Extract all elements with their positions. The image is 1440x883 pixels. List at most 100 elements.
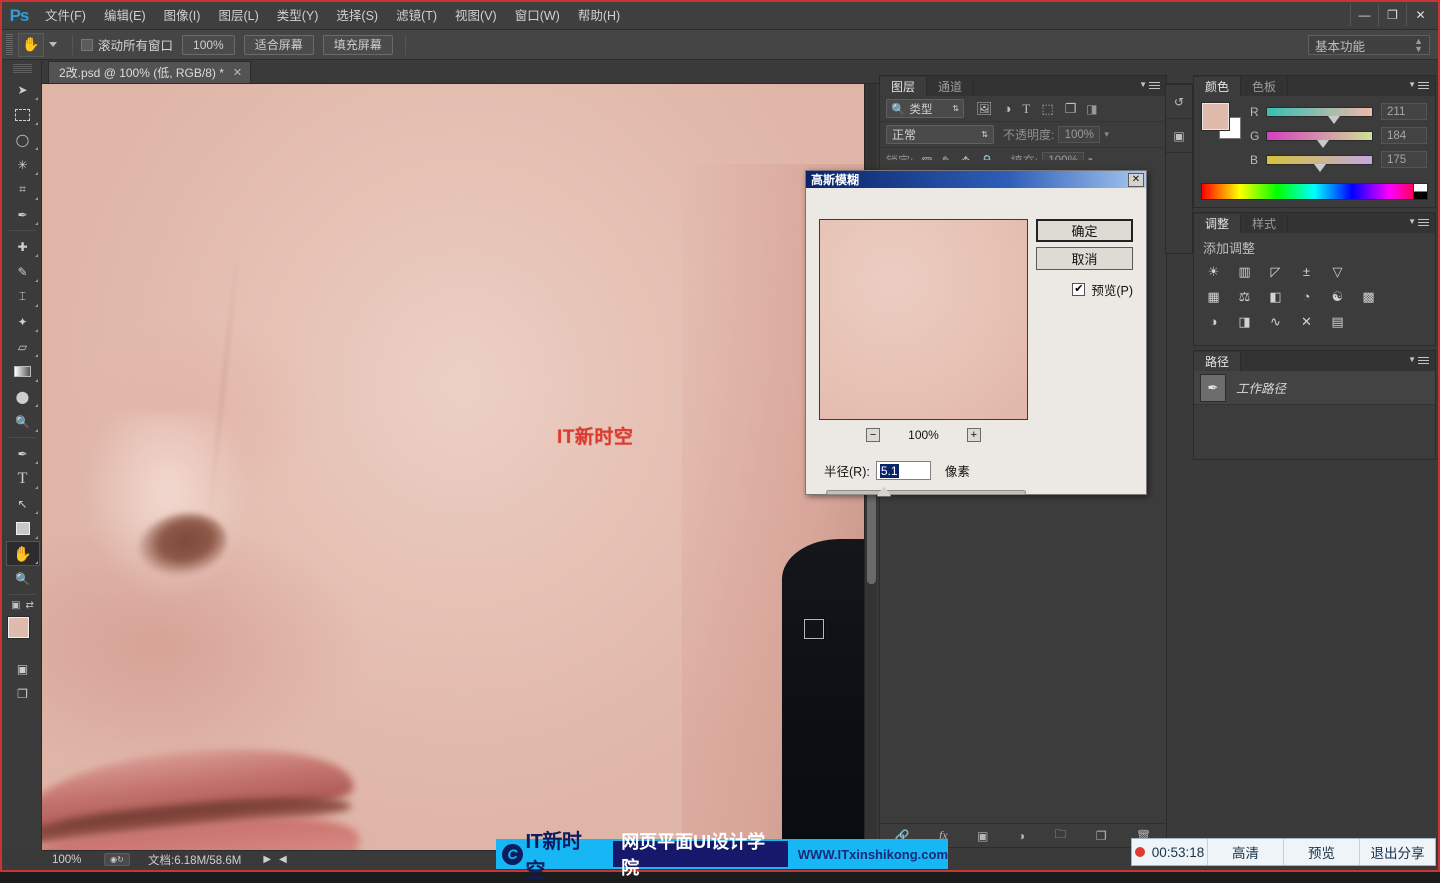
smart-object-filter-icon[interactable]: ❐ [1065,101,1077,117]
status-zoom-value[interactable]: 100% [52,854,104,866]
path-selection-tool[interactable]: ↖ [6,491,40,516]
radius-input[interactable]: 5.1 [875,461,931,480]
fill-screen-button[interactable]: 填充屏幕 [322,34,393,55]
posterize-icon[interactable]: ◨ [1234,312,1255,331]
blur-preview-thumbnail[interactable] [819,219,1028,420]
status-next-icon[interactable]: ▶ [263,854,271,865]
screen-mode-icon[interactable]: ❐ [6,681,40,706]
hue-saturation-icon[interactable]: ▦ [1203,287,1224,306]
layer-filter-select[interactable]: 🔍 类型 ⇅ [886,99,964,118]
vibrance-icon[interactable]: ▽ [1327,262,1348,281]
blue-value[interactable]: 175 [1381,151,1427,168]
blur-tool[interactable]: ⬤ [6,384,40,409]
color-balance-icon[interactable]: ⚖ [1234,287,1255,306]
adjustment-layer-icon[interactable]: ◑ [1018,829,1025,843]
options-bar-grip[interactable] [6,33,13,56]
quality-button[interactable]: 高清 [1207,839,1283,865]
tab-styles[interactable]: 样式 [1241,214,1289,233]
tools-panel-grip[interactable] [13,64,32,74]
move-tool[interactable]: ➤ [6,77,40,102]
dodge-tool[interactable]: 🔍 [6,409,40,434]
adjustments-panel-menu-icon[interactable]: ▼ [1408,217,1429,228]
clone-stamp-tool[interactable]: ⌶ [6,284,40,309]
minimize-icon[interactable]: — [1350,4,1378,26]
levels-icon[interactable]: ▥ [1234,262,1255,281]
tab-swatches[interactable]: 色板 [1241,77,1289,96]
zoom-100-button[interactable]: 100% [182,34,235,55]
canvas-area[interactable]: IT新时空 [42,84,877,850]
menu-file[interactable]: 文件(F) [36,2,95,30]
green-slider[interactable] [1266,130,1373,148]
type-tool[interactable]: T [6,466,40,491]
shape-tool[interactable] [6,516,40,541]
curves-icon[interactable]: ◸ [1265,262,1286,281]
brightness-contrast-icon[interactable]: ☀ [1203,262,1224,281]
magic-wand-tool[interactable]: ✳ [6,152,40,177]
tool-preset-chevron-down-icon[interactable] [49,42,57,47]
workspace-selector[interactable]: 基本功能 ▲ ▼ [1308,35,1430,55]
pixel-filter-icon[interactable]: 🖼 [976,101,993,117]
menu-select[interactable]: 选择(S) [327,2,387,30]
close-icon[interactable]: ✕ [1406,4,1434,26]
tab-paths[interactable]: 路径 [1194,352,1242,371]
default-colors-swap-row[interactable]: ▣ ⇄ [6,598,40,612]
lasso-tool[interactable]: ◯ [6,127,40,152]
threshold-icon[interactable]: ∿ [1265,312,1286,331]
dialog-close-icon[interactable]: ✕ [1128,172,1144,187]
blue-slider[interactable] [1266,154,1373,172]
history-brush-tool[interactable]: ✦ [6,309,40,334]
preview-zoom-out-button[interactable]: − [866,428,881,442]
hand-tool[interactable]: ✋ [5,541,40,566]
menu-window[interactable]: 窗口(W) [506,2,569,30]
menu-view[interactable]: 视图(V) [446,2,506,30]
filter-toggle-icon[interactable]: ◨ [1086,102,1097,116]
pen-tool[interactable]: ✒ [6,441,40,466]
menu-type[interactable]: 类型(Y) [268,2,328,30]
exposure-icon[interactable]: ± [1296,262,1317,281]
crop-tool[interactable]: ⌗ [6,177,40,202]
green-slider-knob[interactable] [1317,139,1330,148]
foreground-color-swatch[interactable] [7,617,29,638]
menu-image[interactable]: 图像(I) [155,2,210,30]
gradient-tool[interactable] [6,359,40,384]
paths-panel-menu-icon[interactable]: ▼ [1408,355,1429,366]
scroll-all-windows-checkbox[interactable] [81,38,93,51]
channel-mixer-icon[interactable]: ☯ [1327,287,1348,306]
tab-adjustments[interactable]: 调整 [1194,214,1242,233]
preview-checkbox-row[interactable]: ✔ 预览(P) [1072,280,1133,299]
invert-icon[interactable]: ◑ [1203,312,1224,331]
menu-filter[interactable]: 滤镜(T) [387,2,446,30]
swap-colors-icon[interactable]: ⇄ [26,600,34,611]
gaussian-blur-dialog[interactable]: 高斯模糊 ✕ − 100% + 半径(R): 5.1 像素 确定 取消 ✔ 预览… [805,170,1147,496]
gradient-map-icon[interactable]: ▤ [1327,312,1348,331]
spectrum-black-white-ends[interactable] [1413,184,1427,199]
dialog-title-bar[interactable]: 高斯模糊 ✕ [806,171,1146,188]
menu-layer[interactable]: 图层(L) [209,2,267,30]
document-tab-close-icon[interactable]: ✕ [233,66,242,79]
preview-zoom-in-button[interactable]: + [966,428,981,442]
shape-filter-icon[interactable]: ⬚ [1041,101,1053,117]
type-filter-icon[interactable]: T [1022,101,1030,117]
color-spectrum-ramp[interactable] [1201,183,1428,200]
foreground-color-swatch[interactable] [1202,103,1229,130]
red-slider-knob[interactable] [1327,115,1340,124]
add-mask-icon[interactable]: ▣ [977,829,988,843]
status-prev-icon[interactable]: ◀ [279,854,287,865]
preview-checkbox[interactable]: ✔ [1072,283,1086,296]
menu-edit[interactable]: 编辑(E) [95,2,155,30]
tab-color[interactable]: 颜色 [1194,77,1242,96]
ok-button[interactable]: 确定 [1036,219,1133,242]
photo-filter-icon[interactable]: ◔ [1296,287,1317,306]
color-panel-menu-icon[interactable]: ▼ [1408,80,1429,91]
menu-help[interactable]: 帮助(H) [569,2,629,30]
tab-layers[interactable]: 图层 [880,77,928,96]
cancel-button[interactable]: 取消 [1036,247,1133,270]
opacity-chevron-down-icon[interactable]: ▾ [1104,129,1109,140]
radius-slider-thumb[interactable] [877,486,891,496]
eraser-tool[interactable]: ▱ [6,334,40,359]
document-tab[interactable]: 2改.psd @ 100% (低, RGB/8) * ✕ [48,61,252,83]
fit-screen-button[interactable]: 适合屏幕 [243,34,314,55]
current-tool-icon[interactable]: ✋ [18,32,44,57]
restore-icon[interactable]: ❐ [1378,4,1406,26]
path-list-item[interactable]: ✒ 工作路径 [1194,371,1435,405]
